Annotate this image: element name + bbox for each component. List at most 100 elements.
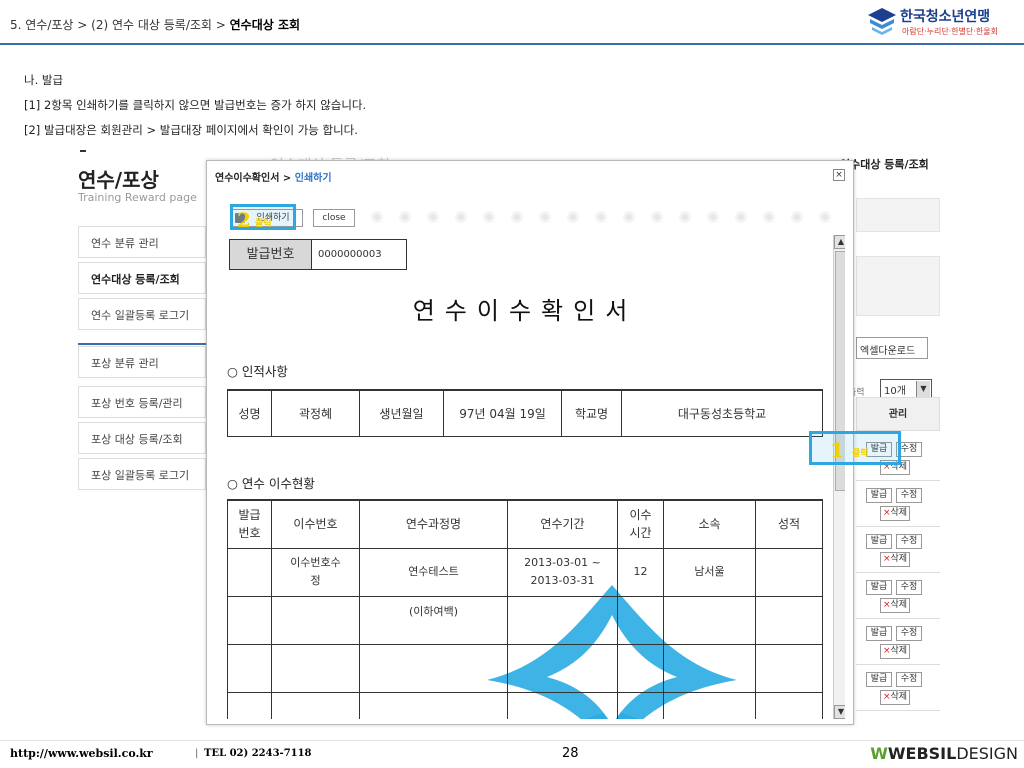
close-button[interactable]: close [313,209,355,227]
table-cell [663,691,756,719]
callout-step-1: 1 클릭 [809,431,901,465]
organization-logo: 한국청소년연맹 아람단·누리단·한별단·한울회 [866,4,1016,40]
footer-url[interactable]: http://www.websil.co.kr [10,747,153,760]
search-panel [856,198,940,232]
table-cell [271,595,360,645]
pattern-icon [651,211,663,223]
sidebar-item-reward-number[interactable]: 포상 번호 등록/관리 [78,386,206,418]
scroll-down-icon[interactable]: ▼ [834,705,845,719]
page-number: 28 [562,746,579,761]
sidebar-item-reward-target[interactable]: 포상 대상 등록/조회 [78,422,206,454]
table-cell [359,691,508,719]
notes-heading: 나. 발급 [24,73,64,87]
edit-button[interactable]: 수정 [896,672,922,687]
column-header: 이수번호 [271,499,360,549]
logo-mark-icon [868,8,896,35]
delete-label: 삭제 [890,692,908,702]
table-cell [507,595,618,645]
table-row: 이수번호수 정 연수테스트 2013-03-01 ~ 2013-03-31 12… [227,547,823,597]
pattern-icon [399,211,411,223]
sidebar-item-training-batch-log[interactable]: 연수 일괄등록 로그기 [78,298,206,330]
footer-tel: TEL 02) 2243-7118 [204,748,312,759]
modal-toolbar: 인쇄하기 close [227,207,839,229]
delete-button[interactable]: ×삭제 [880,506,910,521]
page-subtitle: Training Reward page [78,191,197,204]
pattern-icon [595,211,607,223]
excel-download-button[interactable]: 엑셀다운로드 [856,337,928,359]
delete-label: 삭제 [890,554,908,564]
issue-button[interactable]: 발급 [866,626,892,641]
sidebar-item-reward-category[interactable]: 포상 분류 관리 [78,346,206,378]
name-label: 성명 [227,389,272,437]
pattern-icon [483,211,495,223]
column-header: 발급 번호 [227,499,272,549]
page-header: 5. 연수/포상 > (2) 연수 대상 등록/조회 > 연수대상 조회 한국청… [0,0,1024,45]
issue-button[interactable]: 발급 [866,580,892,595]
edit-button[interactable]: 수정 [896,626,922,641]
close-icon[interactable]: × [833,169,845,181]
title-dash [80,150,86,152]
table-cell [227,643,272,693]
delete-button[interactable]: ×삭제 [880,552,910,567]
brand-mark-icon: W [870,744,888,763]
brand-name-rest: DESIGN [956,744,1018,763]
issue-number-box: 발급번호 0000000003 [229,239,407,270]
sidebar-item-training-target[interactable]: 연수대상 등록/조회 [78,262,206,294]
table-cell [359,643,508,693]
school-value: 대구동성초등학교 [621,389,823,437]
filter-panel [856,256,940,316]
edit-button[interactable]: 수정 [896,488,922,503]
certificate-modal: 연수이수확인서 > 인쇄하기 × 인쇄하기 close 발급번호 0000000… [206,160,854,725]
delete-label: 삭제 [890,508,908,518]
table-cell: 12 [617,547,664,597]
table-cell [663,595,756,645]
delete-button[interactable]: ×삭제 [880,690,910,705]
column-header: 이수 시간 [617,499,664,549]
pattern-icon [819,211,831,223]
issue-button[interactable]: 발급 [866,488,892,503]
section-history-heading: ○ 연수 이수현황 [227,476,315,491]
table-row: 발급 수정 ×삭제 [856,665,940,711]
table-row [227,643,823,693]
table-cell [507,643,618,693]
table-row: 발급 수정 ×삭제 [856,619,940,665]
logo-title: 한국청소년연맹 [900,9,991,25]
scroll-up-icon[interactable]: ▲ [834,235,845,249]
table-cell: 남서울 [663,547,756,597]
pattern-icon [763,211,775,223]
section-personal-heading: ○ 인적사항 [227,364,288,379]
breadcrumb-current: 연수대상 조회 [229,18,301,32]
sidebar-item-reward-batch-log[interactable]: 포상 일괄등록 로그기 [78,458,206,490]
pattern-icon [511,211,523,223]
notes-line-1: [1] 2항목 인쇄하기를 클릭하지 않으면 발급번호는 증가 하지 않습니다. [24,98,367,112]
table-header-row: 발급 번호 이수번호 연수과정명 연수기간 이수 시간 소속 성적 [227,499,823,549]
document-scrollbar[interactable]: ▲ ▼ [833,235,845,719]
pattern-icon [623,211,635,223]
table-row: 발급 수정 ×삭제 [856,527,940,573]
delete-label: 삭제 [890,600,908,610]
delete-button[interactable]: ×삭제 [880,598,910,613]
table-row: (이하여백) [227,595,823,645]
pattern-icon [707,211,719,223]
table-cell [507,691,618,719]
modal-title-print-link[interactable]: 인쇄하기 [295,173,332,184]
column-header-manage: 관리 [856,397,940,431]
per-page-select[interactable]: 10개 ▼ [880,379,932,399]
edit-button[interactable]: 수정 [896,580,922,595]
sidebar-item-training-category[interactable]: 연수 분류 관리 [78,226,206,258]
birth-value: 97년 04월 19일 [443,389,562,437]
table-cell [617,595,664,645]
issue-button[interactable]: 발급 [866,534,892,549]
issue-button[interactable]: 발급 [866,672,892,687]
edit-button[interactable]: 수정 [896,534,922,549]
delete-label: 삭제 [890,646,908,656]
issue-number-value: 0000000003 [318,249,382,260]
callout-number: 2 [237,208,251,232]
delete-button[interactable]: ×삭제 [880,644,910,659]
pattern-icon [539,211,551,223]
pattern-icon [427,211,439,223]
school-label: 학교명 [561,389,622,437]
pattern-icon [567,211,579,223]
callout-text: 클릭 [852,449,869,459]
callout-step-2: 2 클릭 [230,204,296,232]
